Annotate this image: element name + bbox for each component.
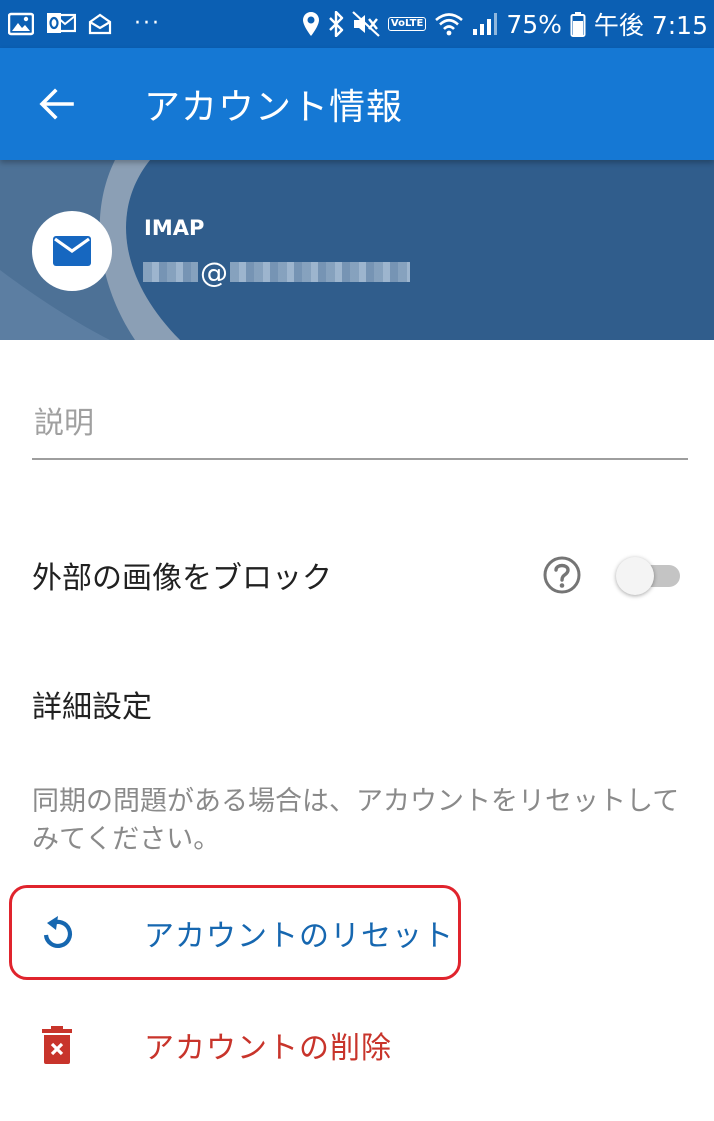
email-local-redacted [143,262,198,282]
page-title: アカウント情報 [144,87,404,128]
block-external-images-label: 外部の画像をブロック [32,561,332,596]
help-circle-icon[interactable] [542,555,582,595]
advanced-settings-heading: 詳細設定 [32,690,152,725]
arrow-back-icon [39,88,74,120]
block-external-images-toggle[interactable] [616,555,682,595]
back-button[interactable] [26,74,86,134]
delete-account-button[interactable]: アカウントの削除 [0,1000,714,1090]
avatar [32,211,112,291]
account-email: @ [143,254,410,290]
clock: 午後 7:15 [593,11,708,40]
mute-icon [352,11,380,37]
status-bar-system: VoLTE 75% 午後 7:15 [294,6,708,42]
email-at-sign: @ [200,255,228,289]
reset-account-label: アカウントのリセット [144,919,454,954]
battery-icon [570,11,586,37]
outlook-icon [46,11,76,37]
email-domain-redacted [230,262,410,282]
block-external-images-row: 外部の画像をブロック [32,540,682,610]
reset-icon [32,908,82,958]
volte-icon: VoLTE [387,17,427,31]
wifi-icon [434,12,464,36]
signal-icon [472,12,498,36]
mail-icon [88,13,112,35]
toggle-thumb [616,557,654,595]
status-bar-notifications: ··· [8,11,173,37]
bluetooth-icon [328,11,344,37]
envelope-icon [53,236,91,266]
gallery-icon [8,12,34,36]
delete-account-label: アカウントの削除 [144,1031,392,1066]
reset-hint-text: 同期の問題がある場合は、アカウントをリセットしてみてください。 [32,786,680,855]
trash-icon [32,1020,82,1070]
reset-account-button[interactable]: アカウントのリセット [0,888,714,978]
battery-percent: 75% [506,9,562,39]
status-bar: ··· VoLTE 75% 午後 7:15 [0,0,714,48]
account-type: IMAP [144,216,205,240]
location-icon [302,11,320,37]
app-bar: アカウント情報 [0,48,714,160]
description-input[interactable] [32,398,688,460]
more-notifications-icon: ··· [134,11,161,36]
